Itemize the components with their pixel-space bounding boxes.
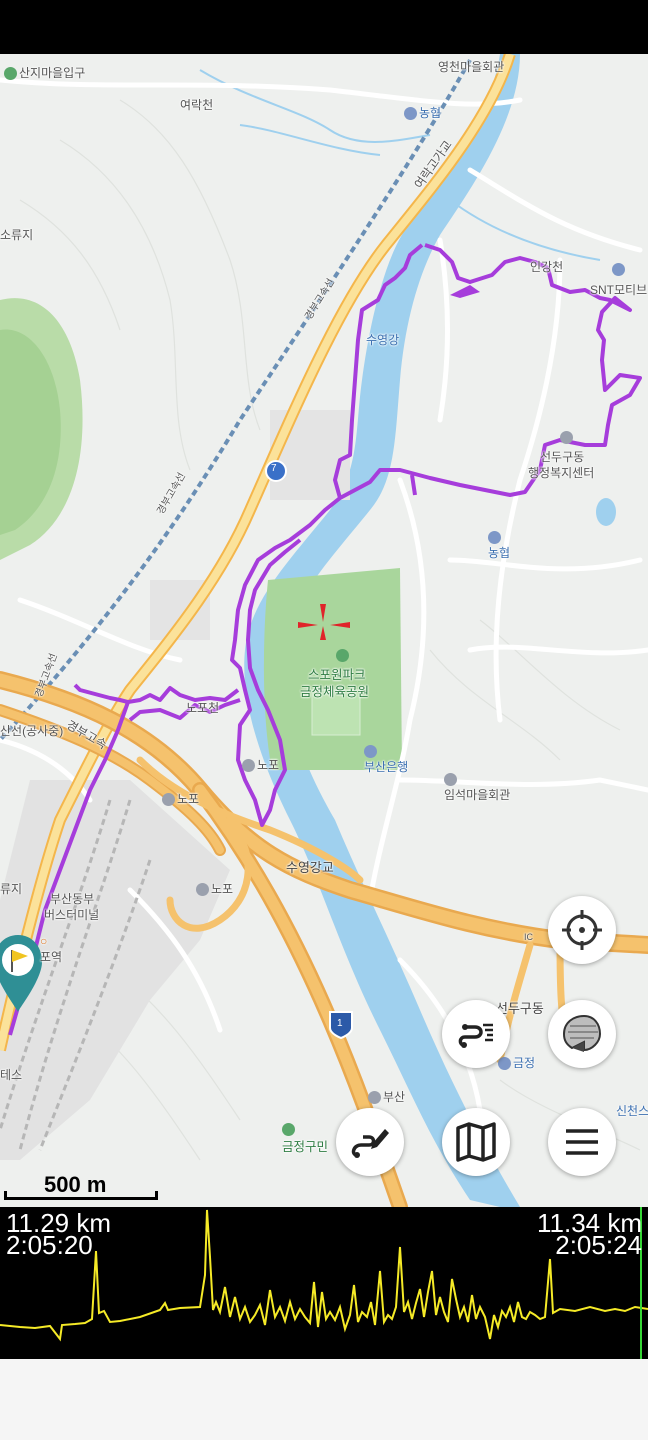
map-view[interactable]: 산지마을입구 영천마을회관 여락천 농협 여락고가교 소류지 경부고속선 인강천…: [0, 54, 648, 1207]
map-label-tg-nopo-1: 노포: [242, 756, 279, 773]
map-label-soryuji: 소류지: [0, 228, 34, 242]
route-edit-icon: [351, 1129, 389, 1158]
map-label-yeongcheon-hall: 영천마을회관: [438, 60, 505, 74]
scale-label: 500 m: [44, 1172, 107, 1197]
locate-button[interactable]: [548, 896, 616, 964]
map-label-ryuji: 류지: [0, 882, 23, 896]
map-label-ic-nopo: 노포: [162, 790, 199, 807]
scale-bar: [4, 1191, 158, 1200]
building-icon: [612, 262, 627, 277]
bank-icon: [404, 107, 417, 121]
map-scale: 500 m: [4, 1172, 162, 1204]
bank-icon: [488, 531, 501, 545]
bus-stop-icon: [4, 67, 17, 81]
map-label-po-station: 포역: [40, 950, 63, 964]
tollgate-icon: [368, 1091, 381, 1105]
map-label-busan-bank: 부산은행: [364, 744, 408, 775]
crosshair-icon: [562, 910, 602, 950]
map-button[interactable]: [442, 1108, 510, 1176]
graph-left-time: 2:05:20: [6, 1230, 93, 1260]
map-label-suyeong-river: 수영강: [366, 333, 400, 347]
menu-icon: [566, 1129, 598, 1155]
map-label-ic-small: IC: [524, 932, 533, 942]
track-graph[interactable]: 11.29 km 2:05:20 11.34 km 2:05:24: [0, 1207, 648, 1359]
status-bar: [0, 0, 648, 54]
bank-icon: [364, 745, 377, 759]
bottom-empty-area: [0, 1359, 648, 1440]
map-label-nonghyup-top: 농협: [404, 104, 441, 121]
route-list-button[interactable]: [442, 1000, 510, 1068]
map-label-tg-busan: 부산: [368, 1088, 405, 1105]
map-label-tg-nopo-2: 노포: [196, 880, 233, 897]
ic-icon: [162, 793, 175, 807]
map-label-gongsajung: 산선(공사중): [0, 724, 64, 738]
route-7-number: 7: [271, 463, 277, 474]
map-label-geumjeong-civic: 금정구민: [282, 1122, 328, 1155]
gov-office-icon: [560, 430, 575, 445]
map-label-teseu: 테스: [0, 1068, 23, 1082]
map-label-bus-terminal-2: 버스터미널: [44, 908, 100, 922]
map-label-ingang-stream: 인강천: [530, 260, 564, 274]
map-label-seondu-office-1: 선두구동: [540, 450, 585, 464]
map-label-sports-park-2: 금정체육공원: [300, 685, 370, 699]
subway-icon: ○: [40, 934, 48, 948]
park-icon: [336, 648, 351, 663]
layers-icon: [562, 1014, 602, 1052]
route-edit-button[interactable]: [336, 1108, 404, 1176]
park-icon: [282, 1123, 295, 1137]
map-label-nonghyup-mid: 농협: [488, 530, 510, 561]
map-label-snt-motiv: SNT모티브: [590, 283, 648, 297]
map-icon: [456, 1122, 496, 1162]
map-label-imseok-hall: 임석마을회관: [444, 772, 510, 803]
route-1-number: 1: [337, 1018, 343, 1029]
map-label-nopo-stream: 노포천: [186, 701, 220, 715]
map-label-sanji-entrance: 산지마을입구: [4, 64, 85, 81]
route-list-icon: [458, 1023, 493, 1048]
map-label-suyeong-bridge: 수영강교: [286, 860, 334, 875]
bank-icon: [498, 1057, 511, 1071]
menu-button[interactable]: [548, 1108, 616, 1176]
graph-right-time: 2:05:24: [555, 1230, 642, 1260]
map-label-sincheon: 신천스: [616, 1104, 648, 1118]
tollgate-icon: [242, 759, 255, 773]
tollgate-icon: [196, 883, 209, 897]
map-label-geumjeong: 금정: [498, 1054, 535, 1071]
map-label-bus-terminal-1: 부산동부: [50, 892, 95, 906]
layers-button[interactable]: [548, 1000, 616, 1068]
hall-icon: [444, 773, 457, 787]
map-label-seondu-office-2: 행정복지센터: [528, 466, 595, 480]
map-label-yeorak-stream: 여락천: [180, 98, 214, 112]
